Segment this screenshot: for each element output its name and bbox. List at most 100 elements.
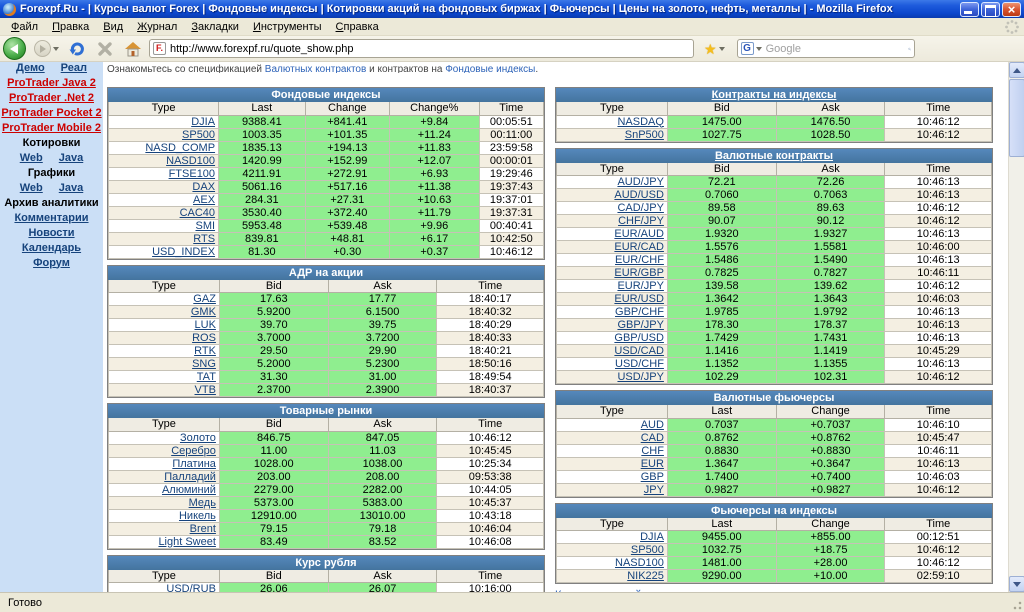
- type-link[interactable]: EUR/JPY: [617, 280, 663, 292]
- type-link[interactable]: FTSE100: [169, 168, 215, 180]
- type-link[interactable]: RTK: [194, 345, 216, 357]
- sidebar-link-quotes-java[interactable]: Java: [59, 152, 83, 164]
- type-link[interactable]: CAC40: [180, 207, 215, 219]
- sidebar-link-comments[interactable]: Комментарии: [14, 212, 88, 224]
- menu-bookmarks[interactable]: Закладки: [184, 19, 246, 35]
- type-link[interactable]: EUR: [641, 458, 664, 470]
- type-link[interactable]: GBP: [641, 471, 664, 483]
- sidebar-link-quotes-web[interactable]: Web: [20, 152, 43, 164]
- type-link[interactable]: Палладий: [164, 471, 216, 483]
- sidebar-link-charts-java[interactable]: Java: [59, 182, 83, 194]
- type-link[interactable]: SP500: [631, 544, 664, 556]
- stop-button[interactable]: [95, 39, 115, 59]
- sidebar-link-real[interactable]: Реал: [61, 62, 87, 74]
- type-link[interactable]: Медь: [189, 497, 216, 509]
- search-input[interactable]: [766, 43, 908, 55]
- type-link[interactable]: EUR/AUD: [614, 228, 664, 240]
- sidebar-link-protrader-pocket[interactable]: ProTrader Pocket 2: [1, 107, 101, 119]
- type-link[interactable]: NASD100: [166, 155, 215, 167]
- type-link[interactable]: EUR/GBP: [614, 267, 664, 279]
- home-button[interactable]: [123, 39, 143, 59]
- type-link[interactable]: GBP/USD: [614, 332, 664, 344]
- menu-help[interactable]: Справка: [329, 19, 386, 35]
- type-link[interactable]: NASDAQ: [617, 116, 663, 128]
- spec-link-currency-contracts[interactable]: Валютных контрактов: [265, 64, 367, 73]
- type-link[interactable]: USD/RUB: [166, 583, 216, 592]
- type-link[interactable]: USD/CHF: [615, 358, 664, 370]
- spec-link-stock-indices[interactable]: Фондовые индексы: [445, 64, 535, 73]
- sidebar-link-charts-web[interactable]: Web: [20, 182, 43, 194]
- type-link[interactable]: DJIA: [640, 531, 664, 543]
- sidebar-link-forum[interactable]: Форум: [33, 257, 70, 269]
- close-button[interactable]: [1002, 2, 1021, 17]
- maximize-button[interactable]: [981, 2, 1000, 17]
- type-link[interactable]: EUR/CHF: [615, 254, 664, 266]
- type-link[interactable]: EUR/USD: [614, 293, 664, 305]
- type-link[interactable]: GAZ: [193, 293, 216, 305]
- sidebar-link-protrader-mobile[interactable]: ProTrader Mobile 2: [2, 122, 101, 134]
- type-link[interactable]: Алюминий: [162, 484, 216, 496]
- type-link[interactable]: NASD_COMP: [145, 142, 215, 154]
- type-link[interactable]: CHF: [641, 445, 664, 457]
- sidebar-link-news[interactable]: Новости: [28, 227, 74, 239]
- sidebar-link-protrader-net[interactable]: ProTrader .Net 2: [9, 92, 94, 104]
- menu-history[interactable]: Журнал: [130, 19, 184, 35]
- type-link[interactable]: USD/CAD: [614, 345, 664, 357]
- reload-button[interactable]: [67, 39, 87, 59]
- type-link[interactable]: AEX: [193, 194, 215, 206]
- search-magnifier-icon[interactable]: [908, 42, 911, 56]
- google-engine-icon[interactable]: G: [741, 42, 754, 55]
- menu-view[interactable]: Вид: [96, 19, 130, 35]
- type-link[interactable]: AUD/USD: [614, 189, 664, 201]
- type-link[interactable]: AUD: [641, 419, 664, 431]
- resize-grip[interactable]: [1010, 598, 1022, 610]
- type-link[interactable]: JPY: [644, 484, 664, 496]
- back-button[interactable]: [3, 37, 26, 60]
- type-link[interactable]: RTS: [193, 233, 215, 245]
- type-link[interactable]: SNG: [192, 358, 216, 370]
- type-link[interactable]: CAD/JPY: [617, 202, 663, 214]
- type-link[interactable]: GMK: [191, 306, 216, 318]
- type-link[interactable]: VTB: [195, 384, 216, 396]
- type-link[interactable]: CHF/JPY: [618, 215, 664, 227]
- type-link[interactable]: TAT: [197, 371, 216, 383]
- forward-button[interactable]: [34, 40, 51, 57]
- address-bar[interactable]: F.: [149, 39, 694, 58]
- forward-dropdown-icon[interactable]: [53, 47, 59, 51]
- type-link[interactable]: DJIA: [191, 116, 215, 128]
- type-link[interactable]: CAD: [641, 432, 664, 444]
- type-link[interactable]: EUR/CAD: [614, 241, 664, 253]
- url-input[interactable]: [170, 43, 690, 55]
- type-link[interactable]: Золото: [180, 432, 216, 444]
- search-engine-dropdown-icon[interactable]: [756, 47, 762, 51]
- menu-tools[interactable]: Инструменты: [246, 19, 329, 35]
- type-link[interactable]: GBP/JPY: [617, 319, 663, 331]
- menu-file[interactable]: Файл: [4, 19, 45, 35]
- type-link[interactable]: SP500: [182, 129, 215, 141]
- scroll-up-button[interactable]: [1009, 62, 1024, 78]
- type-link[interactable]: NASD100: [615, 557, 664, 569]
- type-link[interactable]: DAX: [192, 181, 215, 193]
- scrollbar-thumb[interactable]: [1009, 79, 1024, 157]
- type-link[interactable]: Платина: [172, 458, 216, 470]
- sidebar-link-calendar[interactable]: Календарь: [22, 242, 81, 254]
- scroll-down-button[interactable]: [1009, 576, 1024, 592]
- type-link[interactable]: USD_INDEX: [152, 246, 215, 258]
- bookmark-dropdown-icon[interactable]: [719, 47, 725, 51]
- type-link[interactable]: NIK225: [627, 570, 664, 582]
- type-link[interactable]: SnP500: [625, 129, 664, 141]
- vertical-scrollbar[interactable]: [1008, 62, 1024, 592]
- type-link[interactable]: Серебро: [171, 445, 216, 457]
- bookmark-star-icon[interactable]: ★: [704, 42, 717, 56]
- type-link[interactable]: Brent: [190, 523, 216, 535]
- sidebar-link-demo[interactable]: Демо: [16, 62, 45, 74]
- search-box[interactable]: G: [737, 39, 915, 58]
- type-link[interactable]: Light Sweet: [158, 536, 215, 548]
- sidebar-link-protrader-java[interactable]: ProTrader Java 2: [7, 77, 96, 89]
- menu-edit[interactable]: Правка: [45, 19, 96, 35]
- type-link[interactable]: AUD/JPY: [617, 176, 663, 188]
- type-link[interactable]: Никель: [179, 510, 216, 522]
- type-link[interactable]: LUK: [195, 319, 216, 331]
- minimize-button[interactable]: [960, 2, 979, 17]
- type-link[interactable]: GBP/CHF: [615, 306, 664, 318]
